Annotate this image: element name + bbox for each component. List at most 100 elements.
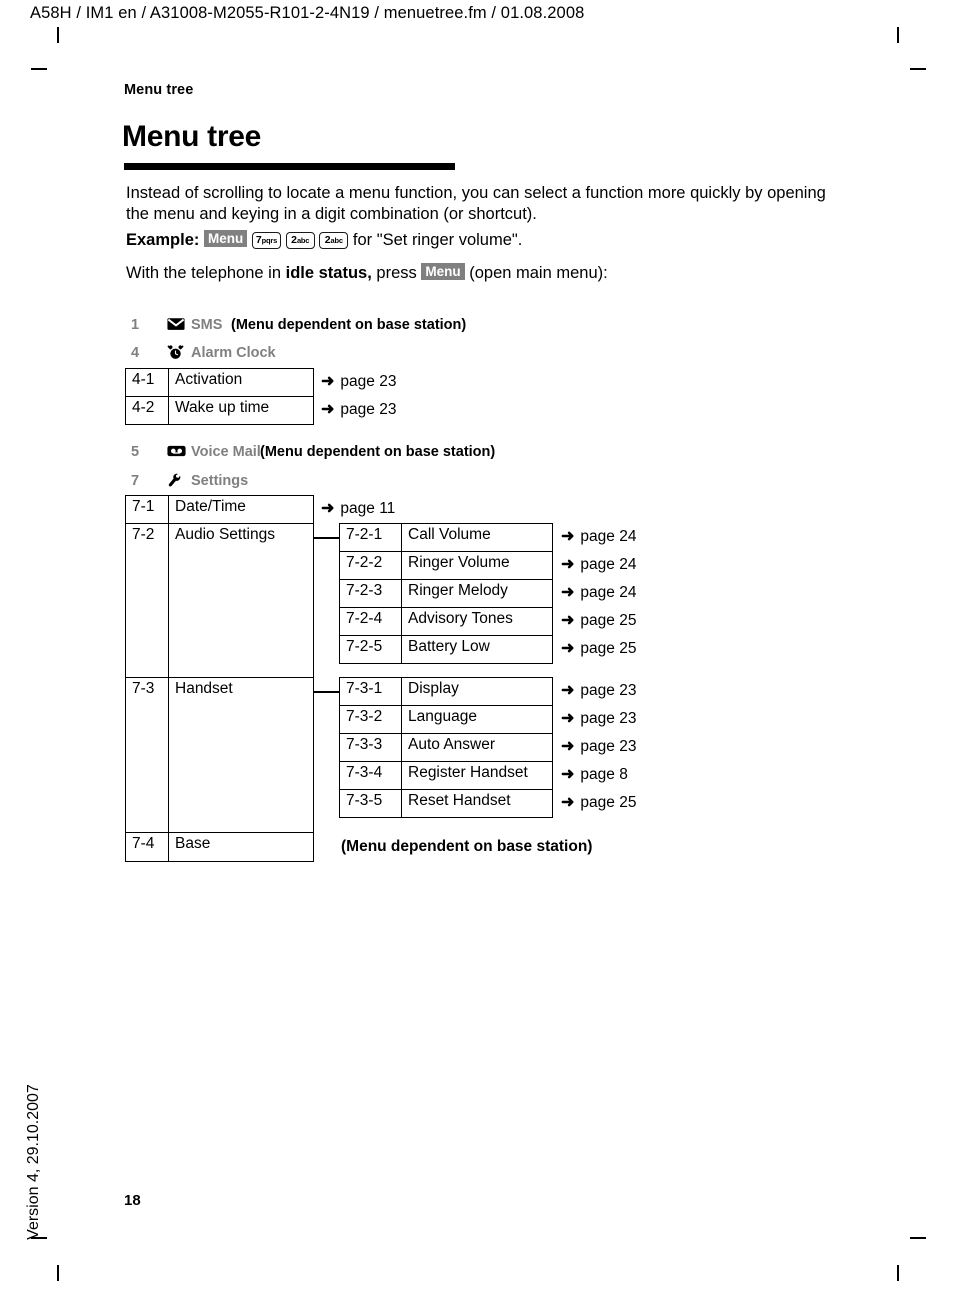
- page-reference[interactable]: ➜ page 24: [561, 584, 636, 602]
- running-head: Menu tree: [124, 82, 194, 98]
- base-station-note: (Menu dependent on base station): [341, 838, 593, 855]
- alarm-clock-icon: [167, 345, 185, 361]
- row-code: 7-3-5: [339, 789, 402, 818]
- page-reference-label: page 23: [340, 373, 397, 390]
- row-code: 7-3: [125, 677, 169, 833]
- row-label: Auto Answer: [401, 733, 553, 762]
- row-label: Display: [401, 677, 553, 706]
- page-reference[interactable]: ➜ page 23: [561, 710, 636, 728]
- row-label: Handset: [168, 677, 314, 833]
- crop-mark-top-left-vertical: [57, 27, 59, 43]
- crop-mark-bottom-right-vertical: [897, 1265, 899, 1281]
- page-number: 18: [124, 1192, 141, 1209]
- page-reference-label: page 8: [580, 766, 628, 783]
- table-row[interactable]: 7-2-3 Ringer Melody: [339, 579, 553, 608]
- table-row[interactable]: 7-3-5 Reset Handset: [339, 789, 553, 818]
- table-row[interactable]: 4-1 Activation: [125, 368, 314, 397]
- keypad-key-2-first[interactable]: 2abc: [285, 232, 315, 249]
- menu-softkey-badge-2[interactable]: Menu: [421, 263, 465, 280]
- arrow-right-icon: ➜: [561, 710, 575, 727]
- press-mid-text: press: [376, 264, 417, 282]
- example-line: Example: Menu 7pqrs 2abc 2abc for "Set r…: [126, 230, 522, 251]
- row-label: Wake up time: [168, 396, 314, 425]
- row-label: Date/Time: [168, 495, 314, 524]
- table-row[interactable]: 7-4 Base: [125, 832, 314, 862]
- page-reference[interactable]: ➜ page 24: [561, 556, 636, 574]
- table-row[interactable]: 7-2 Audio Settings: [125, 523, 314, 678]
- arrow-right-icon: ➜: [561, 682, 575, 699]
- crop-mark-bottom-left-vertical: [57, 1265, 59, 1281]
- example-suffix-text: for "Set ringer volume".: [352, 231, 523, 249]
- page-reference[interactable]: ➜ page 23: [321, 373, 396, 391]
- row-label: Ringer Volume: [401, 551, 553, 580]
- intro-paragraph: Instead of scrolling to locate a menu fu…: [126, 184, 826, 223]
- page-reference-label: page 24: [580, 584, 637, 601]
- settings-table: 7-1 Date/Time 7-2 Audio Settings 7-3 Han…: [125, 495, 314, 862]
- row-code: 7-2-4: [339, 607, 402, 636]
- page-reference-label: page 24: [580, 528, 637, 545]
- arrow-right-icon: ➜: [321, 373, 335, 390]
- table-row[interactable]: 7-2-1 Call Volume: [339, 523, 553, 552]
- press-menu-line: With the telephone in idle status, press…: [126, 263, 608, 284]
- table-row[interactable]: 7-2-4 Advisory Tones: [339, 607, 553, 636]
- arrow-right-icon: ➜: [561, 794, 575, 811]
- table-row[interactable]: 4-2 Wake up time: [125, 396, 314, 425]
- menu-entry-number: 7: [131, 473, 140, 489]
- keypad-key-7[interactable]: 7pqrs: [251, 232, 282, 249]
- table-row[interactable]: 7-3-4 Register Handset: [339, 761, 553, 790]
- row-label: Reset Handset: [401, 789, 553, 818]
- menu-entry-number: 4: [131, 345, 140, 361]
- keypad-key-2-second[interactable]: 2abc: [319, 232, 349, 249]
- table-row[interactable]: 7-2-2 Ringer Volume: [339, 551, 553, 580]
- table-row[interactable]: 7-3-2 Language: [339, 705, 553, 734]
- menu-entry-label: SMS: [191, 317, 223, 333]
- row-label: Advisory Tones: [401, 607, 553, 636]
- page-reference[interactable]: ➜ page 11: [321, 500, 395, 518]
- menu-entry-number: 5: [131, 444, 140, 460]
- table-row[interactable]: 7-3 Handset: [125, 677, 314, 833]
- row-code: 7-3-2: [339, 705, 402, 734]
- menu-entry-label: Alarm Clock: [191, 345, 276, 361]
- arrow-right-icon: ➜: [321, 500, 335, 517]
- page-reference-label: page 23: [580, 710, 637, 727]
- row-code: 7-3-1: [339, 677, 402, 706]
- page-reference[interactable]: ➜ page 25: [561, 794, 636, 812]
- row-code: 7-4: [125, 832, 169, 862]
- arrow-right-icon: ➜: [561, 556, 575, 573]
- tree-connector-handset: [313, 691, 340, 693]
- table-row[interactable]: 7-3-3 Auto Answer: [339, 733, 553, 762]
- page-reference[interactable]: ➜ page 23: [321, 401, 396, 419]
- row-code: 7-3-3: [339, 733, 402, 762]
- envelope-icon: [167, 317, 185, 333]
- page-reference[interactable]: ➜ page 23: [561, 682, 636, 700]
- wrench-icon: [167, 473, 185, 489]
- example-label: Example:: [126, 231, 200, 249]
- title-rule: [124, 163, 455, 170]
- row-code: 4-1: [125, 368, 169, 397]
- table-row[interactable]: 7-1 Date/Time: [125, 495, 314, 524]
- idle-status-text: idle status,: [285, 264, 372, 282]
- crop-mark-bottom-right-horizontal: [910, 1237, 926, 1239]
- press-prefix-text: With the telephone in: [126, 264, 282, 282]
- page-reference[interactable]: ➜ page 23: [561, 738, 636, 756]
- document-header-line: A58H / IM1 en / A31008-M2055-R101-2-4N19…: [30, 4, 585, 22]
- menu-entry-note: (Menu dependent on base station): [260, 444, 496, 460]
- arrow-right-icon: ➜: [561, 738, 575, 755]
- page-reference[interactable]: ➜ page 8: [561, 766, 628, 784]
- menu-entry-label: Settings: [191, 473, 249, 489]
- row-code: 4-2: [125, 396, 169, 425]
- table-row[interactable]: 7-3-1 Display: [339, 677, 553, 706]
- page-reference[interactable]: ➜ page 25: [561, 612, 636, 630]
- page-reference[interactable]: ➜ page 25: [561, 640, 636, 658]
- page-reference-label: page 24: [580, 556, 637, 573]
- row-label: Activation: [168, 368, 314, 397]
- row-code: 7-2: [125, 523, 169, 678]
- row-code: 7-2-2: [339, 551, 402, 580]
- row-code: 7-3-4: [339, 761, 402, 790]
- row-label: Battery Low: [401, 635, 553, 664]
- table-row[interactable]: 7-2-5 Battery Low: [339, 635, 553, 664]
- row-label: Audio Settings: [168, 523, 314, 678]
- menu-softkey-badge[interactable]: Menu: [203, 230, 248, 247]
- page-reference[interactable]: ➜ page 24: [561, 528, 636, 546]
- handset-table: 7-3-1 Display 7-3-2 Language 7-3-3 Auto …: [339, 677, 553, 818]
